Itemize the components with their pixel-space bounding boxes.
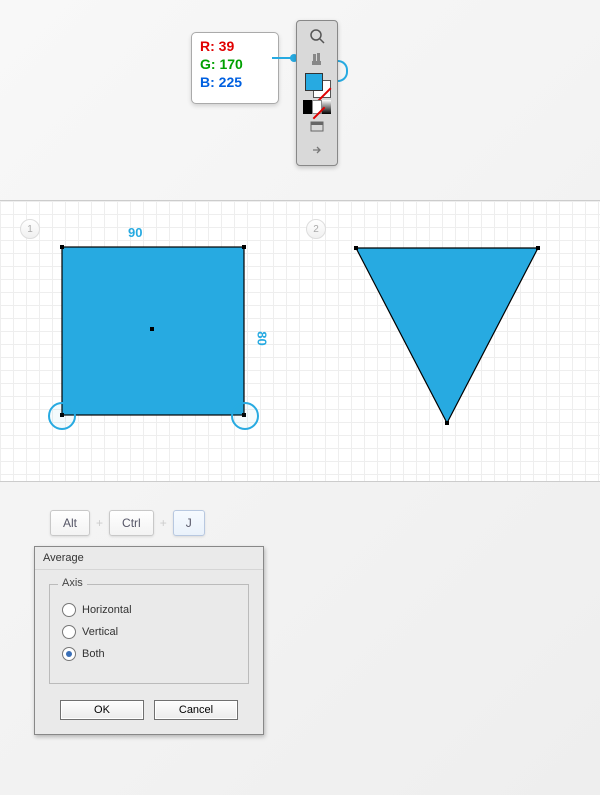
radio-label: Both: [82, 648, 105, 660]
radio-both[interactable]: Both: [62, 647, 236, 661]
key-j: J: [173, 510, 205, 536]
dialog-buttons: OK Cancel: [49, 700, 249, 720]
axis-fieldset: Axis Horizontal Vertical Both: [49, 584, 249, 684]
axis-legend: Axis: [58, 577, 87, 589]
bottom-region: Alt + Ctrl + J Average Axis Horizontal V…: [0, 496, 600, 735]
step-badge-2: 2: [306, 219, 326, 239]
key-ctrl: Ctrl: [109, 510, 154, 536]
fill-stroke-selector[interactable]: [303, 72, 331, 98]
rgb-r: R: 39: [200, 37, 270, 55]
radio-vertical[interactable]: Vertical: [62, 625, 236, 639]
selection-ring-br: [231, 402, 259, 430]
top-region: R: 39 G: 170 B: 225: [0, 0, 600, 195]
step-badge-1: 1: [20, 219, 40, 239]
key-alt: Alt: [50, 510, 90, 536]
palette-expand-icon[interactable]: [303, 139, 331, 161]
color-mode-row[interactable]: [303, 100, 331, 114]
plus-icon: +: [160, 516, 167, 530]
radio-label: Vertical: [82, 626, 118, 638]
anchor-tl[interactable]: [354, 246, 358, 250]
radio-button-icon: [62, 625, 76, 639]
shortcut-keys: Alt + Ctrl + J: [50, 510, 600, 536]
ok-button[interactable]: OK: [60, 700, 144, 720]
rgb-g: G: 170: [200, 55, 270, 73]
artboard-grid: 1 2 90 80: [0, 200, 600, 482]
tool-palette: [296, 20, 338, 166]
zoom-tool[interactable]: [303, 25, 331, 47]
tooltip-connector: [272, 57, 292, 59]
color-mode-solid[interactable]: [303, 100, 312, 114]
hand-tool[interactable]: [303, 48, 331, 70]
anchor-center[interactable]: [150, 327, 154, 331]
color-mode-none[interactable]: [312, 100, 323, 114]
anchor-bottom[interactable]: [445, 421, 449, 425]
dialog-title: Average: [35, 547, 263, 570]
radio-label: Horizontal: [82, 604, 132, 616]
fill-swatch[interactable]: [305, 73, 323, 91]
square-shape[interactable]: [60, 245, 260, 448]
radio-horizontal[interactable]: Horizontal: [62, 603, 236, 617]
anchor-tl[interactable]: [60, 245, 64, 249]
anchor-tr[interactable]: [242, 245, 246, 249]
radio-button-icon: [62, 603, 76, 617]
screen-mode-tool[interactable]: [303, 116, 331, 138]
radio-button-icon: [62, 647, 76, 661]
selection-ring-bl: [48, 402, 76, 430]
width-dimension: 90: [128, 225, 142, 240]
triangle-shape[interactable]: [353, 245, 553, 438]
rgb-b: B: 225: [200, 73, 270, 91]
cancel-button[interactable]: Cancel: [154, 700, 238, 720]
rgb-tooltip: R: 39 G: 170 B: 225: [191, 32, 279, 104]
plus-icon: +: [96, 516, 103, 530]
average-dialog: Average Axis Horizontal Vertical Both OK…: [34, 546, 264, 735]
anchor-tr[interactable]: [536, 246, 540, 250]
dialog-body: Axis Horizontal Vertical Both OK Cancel: [35, 570, 263, 734]
